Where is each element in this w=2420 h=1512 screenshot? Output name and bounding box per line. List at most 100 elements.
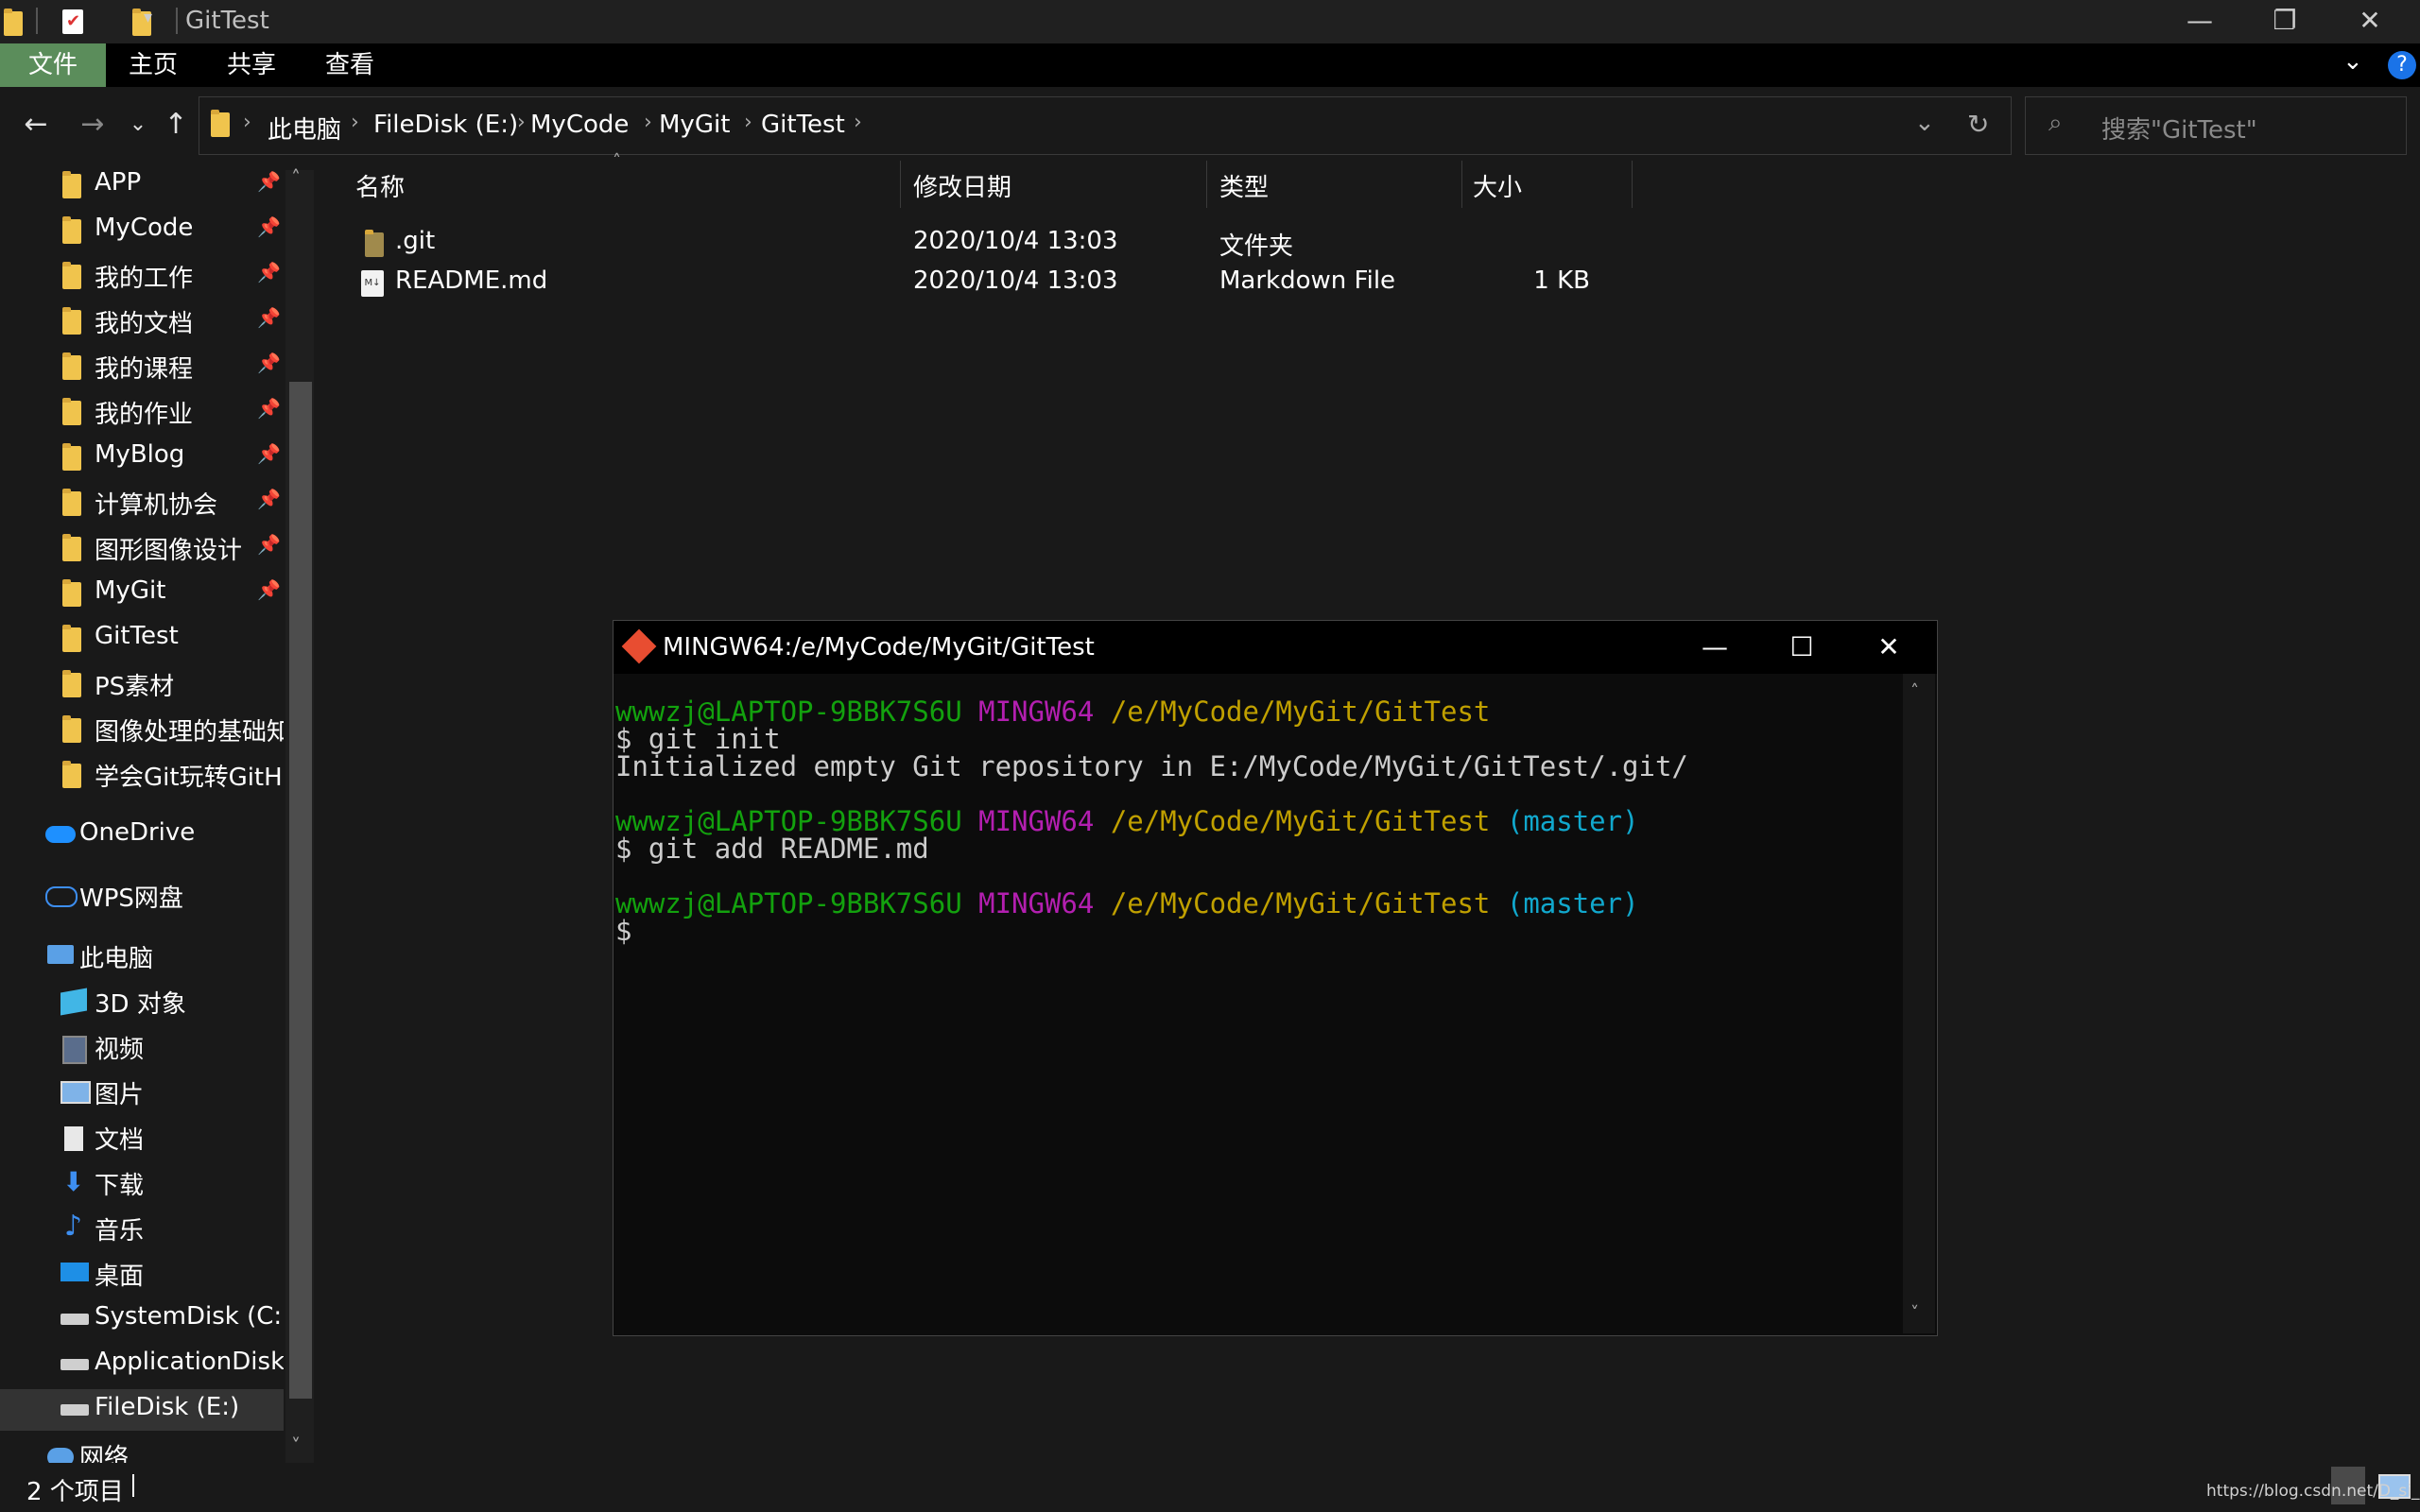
sidebar-item-downloads[interactable]: ⬇ 下载: [0, 1162, 284, 1204]
column-header-type[interactable]: 类型: [1219, 168, 1269, 203]
sidebar-item-my-documents[interactable]: 我的文档 📌: [0, 301, 284, 342]
chevron-down-icon[interactable]: ⌄: [1914, 109, 1935, 137]
chevron-right-icon[interactable]: ›: [517, 111, 526, 134]
minimize-button[interactable]: —: [2157, 0, 2242, 43]
chevron-right-icon[interactable]: ›: [854, 111, 862, 134]
chevron-right-icon[interactable]: ›: [744, 111, 752, 134]
terminal-scrollbar[interactable]: ˄ ˅: [1903, 674, 1935, 1333]
sidebar-item-mygit[interactable]: MyGit 📌: [0, 573, 284, 614]
sidebar-item-image-basics[interactable]: 图像处理的基础知识: [0, 709, 284, 750]
properties-icon[interactable]: ✔: [62, 9, 83, 34]
breadcrumb-mycode[interactable]: MyCode: [530, 111, 629, 139]
breadcrumb-mygit[interactable]: MyGit: [659, 111, 730, 139]
breadcrumb-gittest[interactable]: GitTest: [761, 111, 845, 139]
search-box[interactable]: ⌕ 搜索"GitTest": [2025, 96, 2407, 155]
column-header-size[interactable]: 大小: [1473, 168, 1522, 203]
restore-button[interactable]: ❐: [2242, 0, 2327, 43]
pin-icon[interactable]: 📌: [257, 442, 281, 465]
sidebar-item-music[interactable]: ♪ 音乐: [0, 1208, 284, 1249]
chevron-right-icon[interactable]: ›: [644, 111, 652, 134]
search-icon: ⌕: [2048, 109, 2063, 137]
column-divider[interactable]: [1632, 161, 1633, 208]
tab-home[interactable]: 主页: [115, 43, 191, 87]
sidebar-item-label: 此电脑: [79, 945, 154, 973]
refresh-icon[interactable]: ↻: [1967, 109, 1989, 140]
sidebar-item-onedrive[interactable]: OneDrive: [0, 815, 284, 856]
sidebar-scroll-thumb[interactable]: [289, 382, 312, 1399]
tab-view[interactable]: 查看: [312, 43, 388, 87]
sidebar-item-videos[interactable]: 视频: [0, 1026, 284, 1068]
pin-icon[interactable]: 📌: [257, 533, 281, 556]
sidebar-item-3d-objects[interactable]: 3D 对象: [0, 981, 284, 1022]
tab-share[interactable]: 共享: [214, 43, 289, 87]
sidebar-item-pictures[interactable]: 图片: [0, 1072, 284, 1113]
sidebar-item-label: MyBlog: [95, 440, 185, 469]
sidebar-item-app[interactable]: APP 📌: [0, 164, 284, 206]
column-divider[interactable]: [900, 161, 901, 208]
pin-icon[interactable]: 📌: [257, 488, 281, 510]
sidebar-item-my-work[interactable]: 我的工作 📌: [0, 255, 284, 297]
forward-arrow-icon[interactable]: →: [74, 106, 112, 144]
music-icon: ♪: [64, 1210, 83, 1243]
file-row[interactable]: M↓ README.md 2020/10/4 13:03 Markdown Fi…: [350, 263, 1635, 302]
terminal-output[interactable]: wwwzj@LAPTOP-9BBK7S6U MINGW64 /e/MyCode/…: [615, 698, 1901, 1322]
sidebar-item-learn-git[interactable]: 学会Git玩转GitHub: [0, 754, 284, 796]
sidebar-item-computer-assoc[interactable]: 计算机协会 📌: [0, 482, 284, 524]
file-row[interactable]: .git 2020/10/4 13:03 文件夹: [350, 223, 1635, 263]
pin-icon[interactable]: 📌: [257, 170, 281, 193]
chevron-right-icon[interactable]: ›: [243, 111, 251, 134]
column-divider[interactable]: [1461, 161, 1462, 208]
terminal-maximize-button[interactable]: ☐: [1759, 621, 1844, 674]
pin-icon[interactable]: 📌: [257, 578, 281, 601]
terminal-close-button[interactable]: ✕: [1846, 621, 1931, 674]
terminal-command: $ git add README.md: [615, 833, 929, 865]
breadcrumb-filedisk[interactable]: FileDisk (E:): [373, 111, 518, 139]
pin-icon[interactable]: 📌: [257, 261, 281, 284]
prompt-env: MINGW64: [978, 805, 1095, 837]
sidebar-item-label: 图形图像设计: [95, 537, 243, 565]
pin-icon[interactable]: 📌: [257, 352, 281, 374]
terminal-minimize-button[interactable]: —: [1672, 621, 1757, 674]
sidebar-item-this-pc[interactable]: 此电脑: [0, 936, 284, 977]
tab-file[interactable]: 文件: [0, 43, 106, 87]
sidebar-item-my-courses[interactable]: 我的课程 📌: [0, 346, 284, 387]
pin-icon[interactable]: 📌: [257, 306, 281, 329]
scroll-up-icon[interactable]: ˄: [291, 166, 301, 189]
sidebar-item-myblog[interactable]: MyBlog 📌: [0, 437, 284, 478]
scroll-down-icon[interactable]: ˅: [1910, 1303, 1919, 1323]
help-icon[interactable]: ?: [2388, 51, 2416, 79]
back-arrow-icon[interactable]: ←: [17, 106, 55, 144]
column-divider[interactable]: [1206, 161, 1207, 208]
search-input[interactable]: 搜索"GitTest": [2101, 111, 2257, 146]
sidebar-item-ps-assets[interactable]: PS素材: [0, 663, 284, 705]
sidebar-item-file-disk[interactable]: FileDisk (E:): [0, 1389, 284, 1431]
chevron-right-icon[interactable]: ›: [351, 111, 359, 134]
divider: [132, 1474, 134, 1497]
breadcrumb-this-pc[interactable]: 此电脑: [268, 111, 341, 146]
sidebar-item-application-disk[interactable]: ApplicationDisk (D:): [0, 1344, 284, 1385]
sidebar-item-mycode[interactable]: MyCode 📌: [0, 210, 284, 251]
recent-locations-icon[interactable]: ⌄: [119, 106, 157, 144]
sidebar-item-my-homework[interactable]: 我的作业 📌: [0, 391, 284, 433]
close-button[interactable]: ✕: [2327, 0, 2412, 43]
sidebar-item-gittest[interactable]: GitTest: [0, 618, 284, 660]
sidebar-item-graphic-design[interactable]: 图形图像设计 📌: [0, 527, 284, 569]
expand-ribbon-icon[interactable]: ⌄: [2342, 47, 2363, 76]
sidebar-item-system-disk[interactable]: SystemDisk (C:): [0, 1298, 284, 1340]
column-header-name[interactable]: 名称: [355, 168, 405, 203]
up-arrow-icon[interactable]: ↑: [157, 106, 195, 144]
pin-icon[interactable]: 📌: [257, 397, 281, 420]
column-header-modified[interactable]: 修改日期: [913, 168, 1011, 203]
address-bar[interactable]: › 此电脑 › FileDisk (E:) › MyCode › MyGit ›…: [199, 96, 2012, 155]
terminal-window[interactable]: MINGW64:/e/MyCode/MyGit/GitTest — ☐ ✕ ww…: [613, 620, 1938, 1336]
sidebar-item-desktop[interactable]: 桌面: [0, 1253, 284, 1295]
terminal-prompt[interactable]: $: [615, 918, 1901, 945]
customize-qat-icon[interactable]: ▾: [144, 8, 152, 27]
pin-icon[interactable]: 📌: [257, 215, 281, 238]
sidebar-item-network[interactable]: 网络: [0, 1444, 284, 1463]
terminal-title-bar[interactable]: MINGW64:/e/MyCode/MyGit/GitTest — ☐ ✕: [614, 621, 1937, 674]
scroll-up-icon[interactable]: ˄: [1910, 681, 1919, 701]
scroll-down-icon[interactable]: ˅: [291, 1435, 301, 1457]
sidebar-item-documents[interactable]: 文档: [0, 1117, 284, 1159]
sidebar-item-wps[interactable]: WPS网盘: [0, 875, 284, 917]
